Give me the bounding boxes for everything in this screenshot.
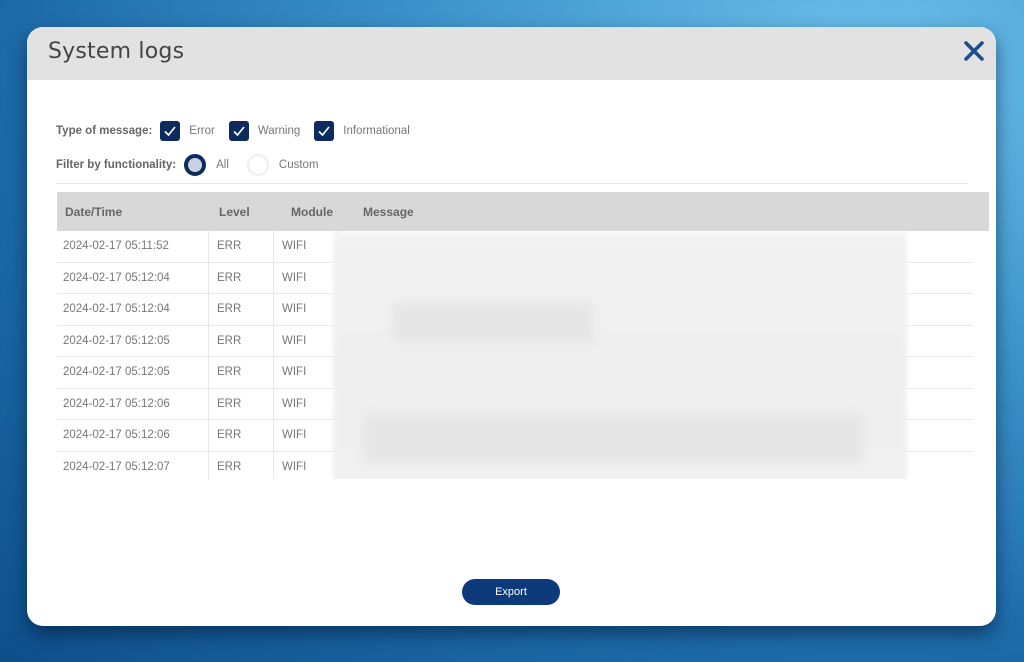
warning-checkbox[interactable]	[228, 121, 249, 141]
column-header-message[interactable]: Message	[355, 205, 414, 219]
cell-module: WIFI	[274, 388, 339, 419]
cell-level: ERR	[209, 262, 274, 293]
table-header: Date/Time Level Module Message	[57, 192, 989, 231]
checkmark-icon	[233, 126, 245, 137]
cell-level: ERR	[209, 357, 274, 388]
cell-level: ERR	[209, 294, 274, 325]
dialog-header: System logs	[27, 27, 996, 80]
informational-checkbox-label: Informational	[343, 125, 410, 137]
cell-module: WIFI	[274, 325, 339, 356]
informational-checkbox[interactable]	[314, 121, 335, 141]
column-header-module[interactable]: Module	[283, 205, 355, 219]
cell-datetime: 2024-02-17 05:12:05	[57, 325, 209, 356]
cell-module: WIFI	[274, 231, 339, 262]
error-checkbox[interactable]	[160, 121, 181, 141]
logs-table: Date/Time Level Module Message 2024-02-1…	[57, 192, 989, 479]
message-type-filter: Type of message: Error Warning Informati…	[56, 120, 424, 142]
cell-module: WIFI	[274, 451, 339, 479]
cell-datetime: 2024-02-17 05:12:06	[57, 388, 209, 419]
all-radio[interactable]	[184, 154, 207, 176]
custom-radio-label: Custom	[278, 159, 319, 171]
table-body[interactable]: 2024-02-17 05:11:52 ERR WIFI 2024-02-17 …	[57, 231, 989, 479]
message-type-label: Type of message:	[56, 125, 153, 137]
cell-module: WIFI	[274, 262, 339, 293]
cell-datetime: 2024-02-17 05:11:52	[57, 231, 209, 262]
cell-level: ERR	[209, 325, 274, 356]
export-button[interactable]: Export	[462, 579, 560, 605]
cell-datetime: 2024-02-17 05:12:06	[57, 420, 209, 451]
cell-level: ERR	[209, 451, 274, 479]
system-logs-dialog: System logs Type of message: Error Warni…	[27, 27, 996, 626]
cell-level: ERR	[209, 388, 274, 419]
cell-module: WIFI	[274, 357, 339, 388]
filters-divider	[56, 183, 968, 184]
error-checkbox-label: Error	[189, 125, 215, 137]
checkmark-icon	[164, 126, 176, 137]
cell-datetime: 2024-02-17 05:12:04	[57, 262, 209, 293]
cell-module: WIFI	[274, 420, 339, 451]
filters-panel: Type of message: Error Warning Informati…	[56, 120, 424, 188]
cell-level: ERR	[209, 420, 274, 451]
checkmark-icon	[318, 126, 330, 137]
all-radio-label: All	[216, 159, 229, 171]
cell-datetime: 2024-02-17 05:12:04	[57, 294, 209, 325]
close-x-icon	[964, 41, 984, 61]
warning-checkbox-label: Warning	[257, 125, 301, 137]
redacted-message-area	[333, 233, 907, 479]
cell-datetime: 2024-02-17 05:12:05	[57, 357, 209, 388]
close-button[interactable]	[962, 39, 986, 63]
cell-module: WIFI	[274, 294, 339, 325]
functionality-filter: Filter by functionality: All Custom	[56, 154, 424, 176]
custom-radio[interactable]	[246, 154, 269, 176]
functionality-label: Filter by functionality:	[56, 159, 177, 171]
column-header-level[interactable]: Level	[211, 205, 283, 219]
cell-level: ERR	[209, 231, 274, 262]
dialog-title: System logs	[48, 39, 185, 64]
cell-datetime: 2024-02-17 05:12:07	[57, 451, 209, 479]
column-header-datetime[interactable]: Date/Time	[57, 205, 211, 219]
